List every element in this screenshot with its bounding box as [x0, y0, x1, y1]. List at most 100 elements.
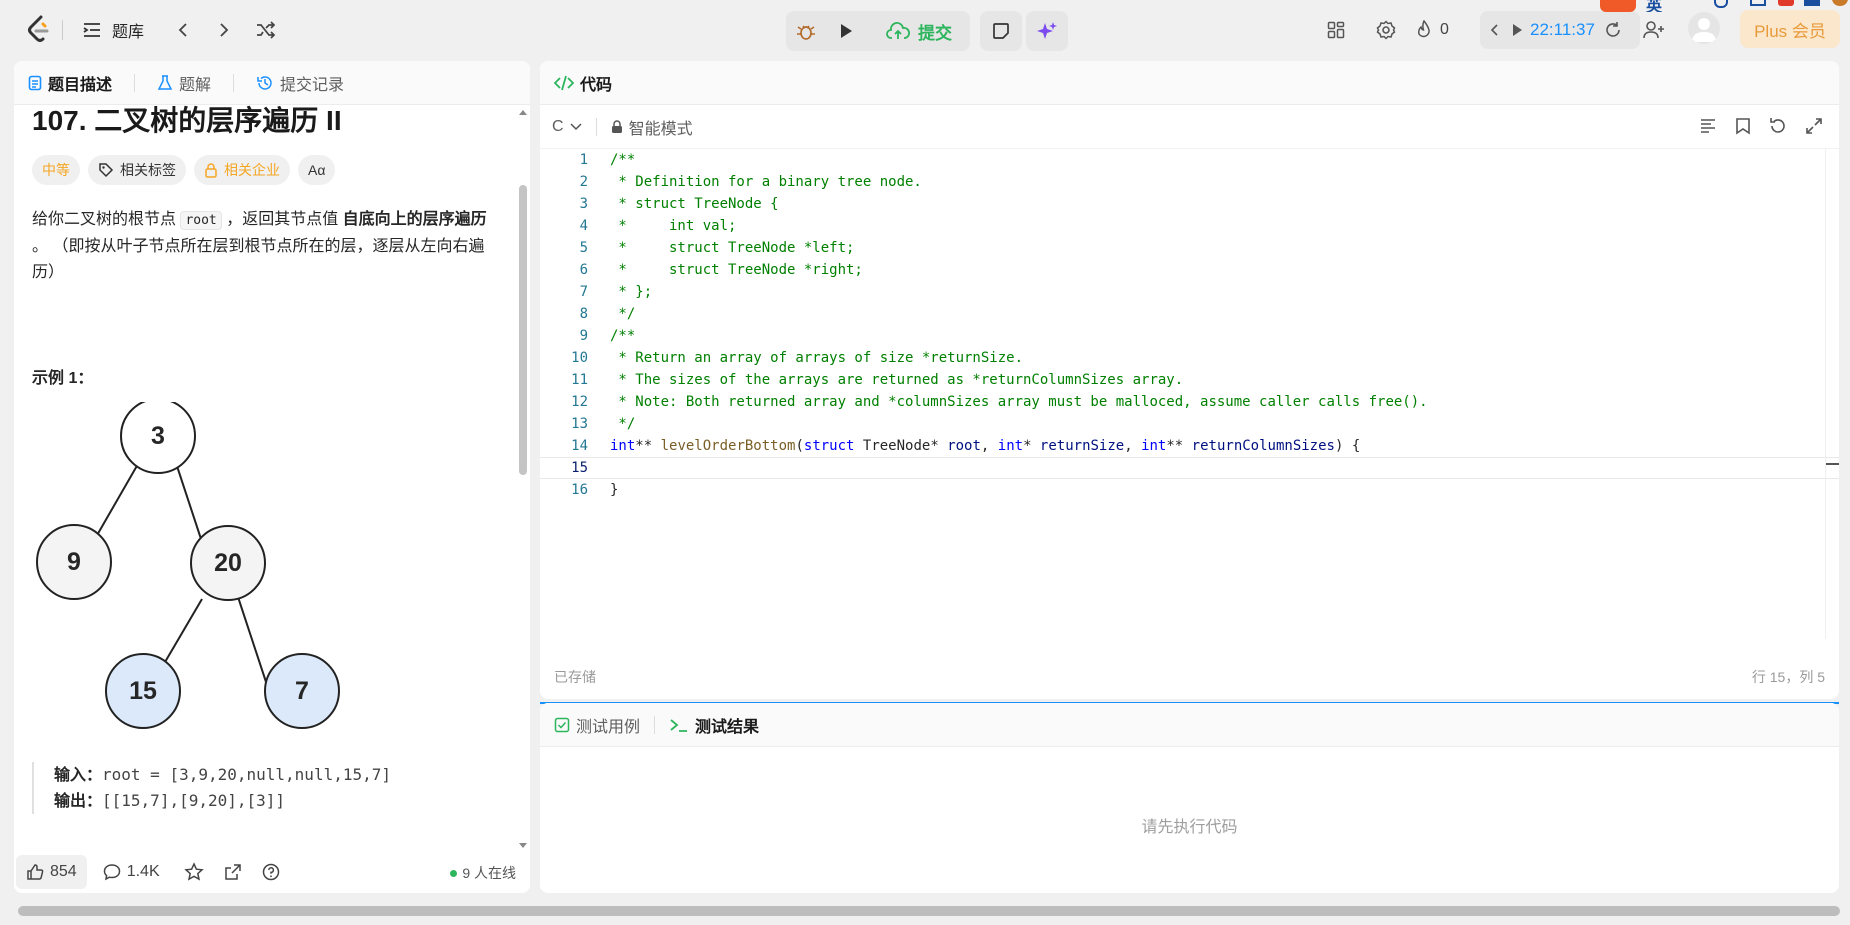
example-io: 输入：root = [3,9,20,null,null,15,7] 输出：[[1… — [32, 762, 496, 814]
cursor-position: 行 15，列 5 — [1751, 669, 1825, 685]
saved-status: 已存储 — [554, 669, 596, 685]
random-problem-button[interactable] — [248, 12, 284, 48]
history-icon — [257, 75, 272, 90]
mic-icon[interactable] — [1714, 0, 1728, 8]
help-button[interactable] — [262, 863, 280, 881]
tree-node-label: 15 — [129, 677, 157, 705]
ime-toolbar: 英 — [1600, 0, 1850, 12]
tab-test-result[interactable]: 测试结果 — [669, 713, 759, 737]
run-button[interactable] — [828, 13, 864, 49]
statement-text-1: 给你二叉树的根节点 — [32, 211, 181, 228]
thumbs-up-icon — [27, 864, 44, 880]
list-icon — [83, 23, 100, 37]
add-friend-button[interactable] — [1636, 12, 1672, 48]
code-line-current: 15 — [540, 457, 1839, 479]
editor-scrollbar[interactable] — [1825, 149, 1839, 639]
related-companies-button[interactable]: 相关企业 — [194, 155, 290, 185]
format-code-icon[interactable] — [1699, 117, 1717, 135]
tab-divider — [134, 73, 136, 92]
streak-count: 0 — [1440, 21, 1449, 38]
tab-code[interactable]: 代码 — [554, 71, 612, 95]
problem-tabs: 题目描述 题解 提交记录 — [14, 61, 530, 105]
problem-list-button[interactable]: 题库 — [82, 12, 144, 48]
language-select[interactable]: C — [552, 118, 582, 136]
tab-solutions[interactable]: 题解 — [157, 71, 211, 95]
code-line: 8 */ — [540, 303, 1839, 325]
reset-code-icon[interactable] — [1769, 117, 1787, 135]
like-button[interactable]: 854 — [16, 855, 87, 889]
tab-description-label: 题目描述 — [48, 76, 113, 94]
share-button[interactable] — [224, 863, 242, 881]
apps-icon[interactable] — [1804, 0, 1820, 6]
note-icon — [993, 23, 1009, 39]
scroll-up-icon — [519, 110, 527, 115]
bookmark-icon[interactable] — [1735, 117, 1751, 135]
code-editor[interactable]: 1/** 2 * Definition for a binary tree no… — [540, 149, 1839, 639]
line-number: 12 — [571, 394, 588, 410]
layout-button[interactable] — [1318, 12, 1354, 48]
problem-panel: 题目描述 题解 提交记录 107. 二叉树的层序遍历 II 中等 相关标签 相关… — [14, 61, 530, 893]
code-line: 3 * struct TreeNode { — [540, 193, 1839, 215]
scrollbar-thumb[interactable] — [519, 185, 527, 475]
output-label: 输出： — [54, 793, 103, 810]
problem-description: 107. 二叉树的层序遍历 II 中等 相关标签 相关企业 Aα 给你二叉树的根… — [14, 105, 514, 857]
page-horizontal-scrollbar[interactable] — [18, 906, 1840, 916]
problem-footer: 854 1.4K 9 人在线 — [14, 851, 530, 893]
timer-collapse-button[interactable] — [1484, 13, 1506, 47]
tab-testcases-label: 测试用例 — [576, 718, 641, 736]
favorite-button[interactable] — [183, 862, 204, 882]
streak-counter[interactable]: 0 — [1416, 12, 1449, 48]
cloud-upload-icon — [886, 22, 910, 39]
example-input: 输入：root = [3,9,20,null,null,15,7] — [54, 762, 496, 788]
plus-membership-button[interactable]: Plus 会员 — [1740, 10, 1840, 48]
debug-button[interactable] — [788, 13, 824, 49]
code-line: 4 * int val; — [540, 215, 1839, 237]
timer-reset-button[interactable] — [1600, 13, 1626, 47]
code-line: 16} — [540, 479, 1839, 501]
difficulty-badge[interactable]: 中等 — [32, 155, 80, 185]
line-number: 7 — [579, 284, 588, 300]
cursor-marker — [1826, 463, 1839, 465]
tab-submissions-label: 提交记录 — [280, 76, 345, 94]
mascot-icon — [1832, 0, 1848, 6]
tab-test-result-label: 测试结果 — [695, 718, 760, 736]
chevron-right-icon — [220, 23, 229, 37]
comments-button[interactable]: 1.4K — [103, 863, 160, 881]
tab-submissions[interactable]: 提交记录 — [256, 71, 344, 95]
keyboard-icon[interactable] — [1750, 0, 1766, 6]
shuffle-icon — [257, 21, 276, 39]
divider — [62, 20, 63, 40]
fullscreen-icon[interactable] — [1805, 117, 1823, 135]
language-label: C — [552, 117, 564, 135]
skin-icon[interactable] — [1778, 0, 1794, 6]
translate-font-button[interactable]: Aα — [298, 155, 336, 185]
avatar[interactable] — [1688, 12, 1720, 44]
sparkle-icon — [1037, 22, 1057, 39]
comment-count: 1.4K — [126, 863, 160, 880]
timer-play-button[interactable] — [1506, 13, 1528, 47]
prev-problem-button[interactable] — [165, 12, 201, 48]
online-dot-icon — [450, 869, 458, 877]
related-tags-button[interactable]: 相关标签 — [88, 155, 186, 185]
tab-description[interactable]: 题目描述 — [28, 71, 112, 95]
settings-button[interactable] — [1368, 12, 1404, 48]
line-number: 13 — [571, 416, 588, 432]
editor-actions — [1699, 117, 1823, 135]
note-button[interactable] — [983, 13, 1019, 49]
next-problem-button[interactable] — [206, 12, 242, 48]
play-icon — [841, 24, 852, 38]
tab-testcases[interactable]: 测试用例 — [554, 713, 640, 737]
smart-mode-label: 智能模式 — [628, 120, 693, 138]
problem-statement: 给你二叉树的根节点 root ，返回其节点值 自底向上的层序遍历 。 （即按从叶… — [32, 207, 496, 286]
description-scrollbar[interactable] — [516, 105, 530, 857]
tab-divider — [233, 73, 235, 92]
code-line: 6 * struct TreeNode *right; — [540, 259, 1839, 281]
submit-button[interactable]: 提交 — [870, 13, 968, 49]
leetcode-logo-icon[interactable] — [24, 14, 54, 44]
gear-icon — [1376, 20, 1396, 40]
smart-mode-toggle[interactable]: 智能模式 — [611, 115, 693, 139]
code-editor-panel: 代码 C 智能模式 1/** 2 * Definition for a bina… — [540, 61, 1839, 699]
code-line: 14 int** levelOrderBottom(struct TreeNode… — [540, 435, 1839, 457]
ai-assistant-button[interactable] — [1029, 13, 1065, 49]
star-icon — [183, 862, 204, 881]
